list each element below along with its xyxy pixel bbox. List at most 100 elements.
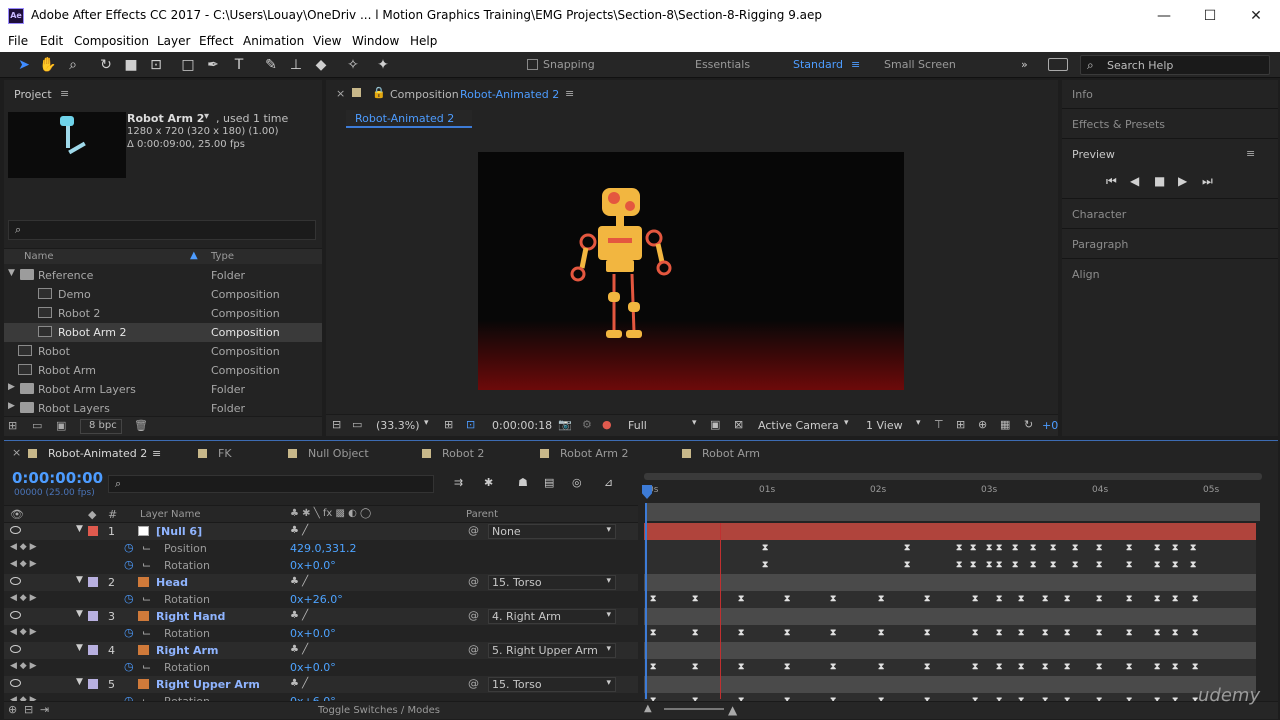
monitor-icon[interactable]: ▭	[352, 418, 362, 431]
parent-select[interactable]: 5. Right Upper Arm ▾	[488, 643, 616, 658]
composition-name[interactable]: Robot-Animated 2	[460, 88, 559, 101]
pixel-aspect-icon[interactable]: ⊤	[934, 418, 944, 431]
layer-duration-bar[interactable]	[644, 574, 1256, 591]
type-column-header[interactable]: Type	[211, 251, 234, 262]
keyframe-icon[interactable]: ⧗	[996, 628, 1002, 638]
keyframe-icon[interactable]: ⧗	[1042, 662, 1048, 672]
keyframe-icon[interactable]: ⧗	[692, 594, 698, 604]
parent-select[interactable]: None ▾	[488, 524, 616, 539]
keyframe-icon[interactable]: ⧗	[1154, 543, 1160, 553]
sync-settings-icon[interactable]	[1048, 58, 1068, 71]
graph-icon[interactable]: ⌙	[142, 626, 151, 639]
keyframe-icon[interactable]: ⧗	[1030, 543, 1036, 553]
lock-icon[interactable]: 🔒	[372, 86, 386, 99]
composition-tab[interactable]: Robot-Animated 2	[346, 110, 472, 128]
property-value[interactable]: 0x+0.0°	[290, 559, 336, 572]
keyframe-icon[interactable]: ⧗	[1042, 594, 1048, 604]
expand-layer-icon[interactable]: ▼	[76, 677, 83, 687]
close-panel-icon[interactable]: ×	[336, 87, 345, 100]
resolution-dropdown-icon[interactable]: ▾	[692, 418, 697, 428]
tab-menu-icon[interactable]: ≡	[152, 447, 161, 460]
layer-name[interactable]: [Null 6]	[156, 525, 202, 538]
puppet-pin-tool-icon[interactable]: ✦	[373, 55, 393, 75]
expand-open-icon[interactable]: ▼	[8, 268, 15, 278]
layer-row[interactable]: ▼ 4 Right Arm ♣ ╱ @5. Right Upper Arm ▾	[4, 642, 638, 659]
keyframe-icon[interactable]: ⧗	[1096, 594, 1102, 604]
layer-label-color[interactable]	[88, 679, 98, 689]
keyframe-icon[interactable]: ⧗	[924, 594, 930, 604]
show-snapshot-icon[interactable]: ⚙	[582, 418, 592, 431]
keyframe-icon[interactable]: ⧗	[1072, 560, 1078, 570]
trash-icon[interactable]: 🗑	[134, 419, 148, 432]
keyframe-icon[interactable]: ⧗	[996, 560, 1002, 570]
stopwatch-icon[interactable]: ◷	[124, 592, 134, 605]
keyframe-icon[interactable]: ⧗	[1192, 662, 1198, 672]
keyframe-navigator-icon[interactable]: ◀ ◆ ▶	[10, 661, 37, 671]
draft-3d-toggle-icon[interactable]: ✱	[484, 476, 493, 489]
expand-layer-icon[interactable]: ▼	[76, 575, 83, 585]
menu-window[interactable]: Window	[352, 34, 399, 48]
keyframe-icon[interactable]: ⧗	[1096, 543, 1102, 553]
timeline-zoom-slider[interactable]	[664, 708, 724, 710]
parent-dropdown-icon[interactable]: ▾	[606, 678, 611, 688]
layer-name[interactable]: Right Upper Arm	[156, 678, 260, 691]
parent-select[interactable]: 4. Right Arm ▾	[488, 609, 616, 624]
pickwhip-icon[interactable]: @	[468, 575, 479, 588]
stopwatch-icon[interactable]: ◷	[124, 541, 134, 554]
keyframe-icon[interactable]: ⧗	[1018, 662, 1024, 672]
keyframe-icon[interactable]: ⧗	[692, 662, 698, 672]
parent-dropdown-icon[interactable]: ▾	[606, 576, 611, 586]
keyframe-icon[interactable]: ⧗	[1154, 628, 1160, 638]
layer-duration-bar[interactable]	[644, 608, 1256, 625]
keyframe-icon[interactable]: ⧗	[956, 543, 962, 553]
snapshot-icon[interactable]: 📷	[558, 418, 572, 431]
timeline-tab[interactable]: Robot 2	[442, 447, 484, 460]
keyframe-icon[interactable]: ⧗	[1172, 628, 1178, 638]
layer-row[interactable]: ▼ 3 Right Hand ♣ ╱ @4. Right Arm ▾	[4, 608, 638, 625]
layer-name[interactable]: Head	[156, 576, 188, 589]
eye-icon[interactable]	[10, 645, 21, 653]
keyframe-icon[interactable]: ⧗	[692, 628, 698, 638]
keyframe-icon[interactable]: ⧗	[924, 662, 930, 672]
toggle-transparency-icon[interactable]: ⊠	[734, 418, 743, 431]
keyframe-icon[interactable]: ⧗	[904, 560, 910, 570]
color-channels-icon[interactable]: ●	[602, 418, 612, 431]
keyframe-icon[interactable]: ⧗	[1192, 594, 1198, 604]
keyframe-icon[interactable]: ⧗	[996, 594, 1002, 604]
keyframe-icon[interactable]: ⧗	[738, 662, 744, 672]
pickwhip-icon[interactable]: @	[468, 609, 479, 622]
menu-animation[interactable]: Animation	[243, 34, 304, 48]
project-search-input[interactable]: ⌕	[8, 220, 316, 240]
view-layout-dropdown-icon[interactable]: ▾	[916, 418, 921, 428]
keyframe-navigator-icon[interactable]: ◀ ◆ ▶	[10, 559, 37, 569]
pickwhip-icon[interactable]: @	[468, 643, 479, 656]
project-item[interactable]: Robot Composition	[4, 342, 322, 361]
keyframe-icon[interactable]: ⧗	[1012, 560, 1018, 570]
expand-layer-icon[interactable]: ▼	[76, 609, 83, 619]
stopwatch-icon[interactable]: ◷	[124, 626, 134, 639]
keyframe-icon[interactable]: ⧗	[986, 543, 992, 553]
region-of-interest-icon[interactable]: ⊞	[444, 418, 453, 431]
more-workspaces-icon[interactable]: »	[1021, 58, 1028, 71]
property-track[interactable]: ⧗ ⧗ ⧗ ⧗ ⧗ ⧗ ⧗ ⧗ ⧗ ⧗ ⧗ ⧗ ⧗ ⧗ ⧗ ⧗ ⧗	[644, 659, 1256, 676]
parent-column[interactable]: Parent	[466, 509, 498, 520]
timeline-icon[interactable]: ⊕	[978, 418, 987, 431]
project-menu-icon[interactable]: ≡	[60, 87, 69, 100]
time-ruler[interactable]: 0s 01s 02s 03s 04s 05s	[640, 471, 1276, 505]
keyframe-icon[interactable]: ⧗	[1012, 543, 1018, 553]
keyframe-icon[interactable]: ⧗	[784, 662, 790, 672]
keyframe-icon[interactable]: ⧗	[1064, 594, 1070, 604]
menu-edit[interactable]: Edit	[40, 34, 63, 48]
keyframe-icon[interactable]: ⧗	[1030, 560, 1036, 570]
previous-frame-icon[interactable]: ◀	[1130, 174, 1139, 188]
current-time-field[interactable]: 0:00:00:18	[492, 419, 552, 432]
keyframe-icon[interactable]: ⧗	[986, 560, 992, 570]
layer-switches[interactable]: ♣ ╱	[290, 678, 308, 689]
graph-icon[interactable]: ⌙	[142, 558, 151, 571]
layer-switches[interactable]: ♣ ╱	[290, 576, 308, 587]
keyframe-icon[interactable]: ⧗	[830, 662, 836, 672]
keyframe-icon[interactable]: ⧗	[996, 662, 1002, 672]
property-row[interactable]: ◀ ◆ ▶ ◷ ⌙ Rotation 0x+0.0°	[4, 625, 638, 642]
keyframe-icon[interactable]: ⧗	[650, 628, 656, 638]
layer-duration-bar[interactable]	[644, 523, 1256, 540]
